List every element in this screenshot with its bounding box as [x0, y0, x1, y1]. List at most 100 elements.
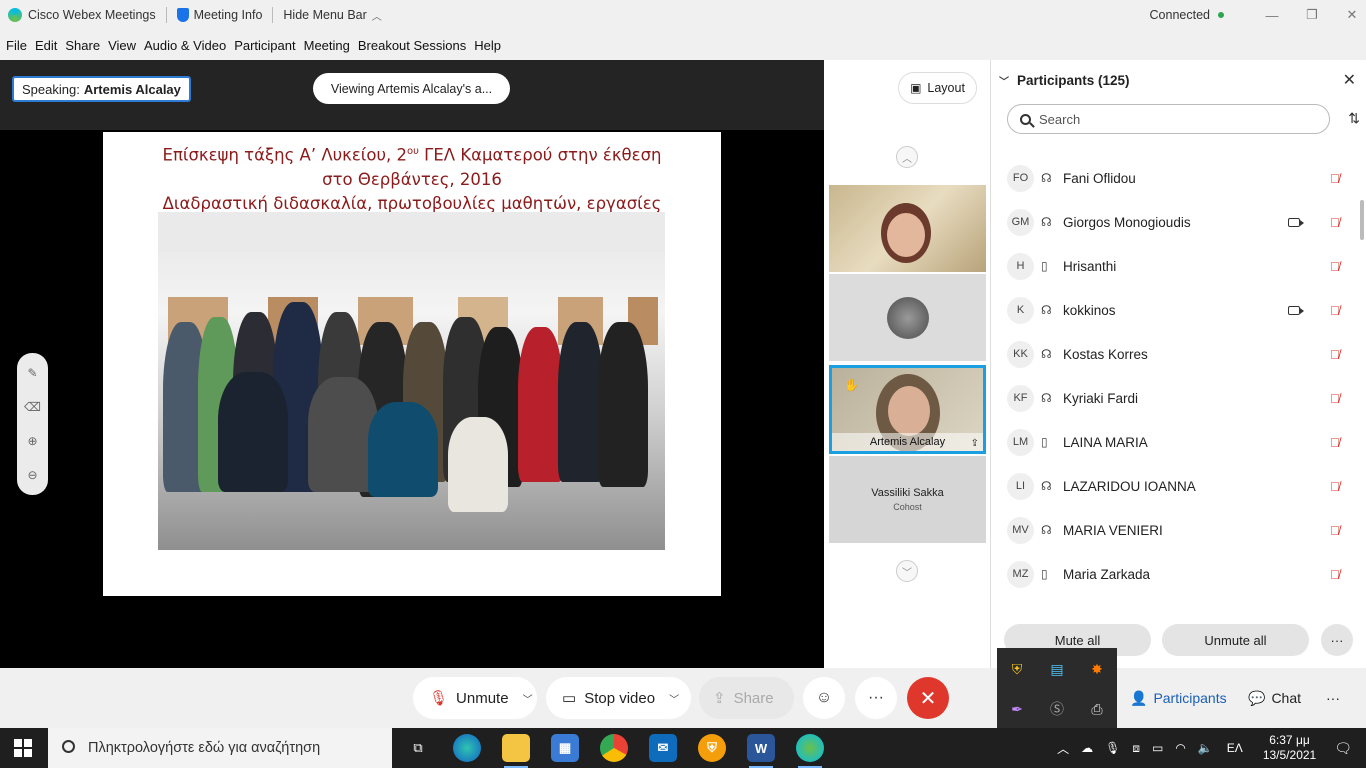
participant-row[interactable]: LM ▯ LAINA MARIA 🎙̸	[991, 420, 1357, 464]
menu-participant[interactable]: Participant	[234, 38, 295, 53]
participant-row[interactable]: MV ☊ MARIA VENIERI 🎙̸	[991, 508, 1357, 552]
task-view-icon[interactable]: ⧉	[404, 734, 432, 762]
unmute-button[interactable]: 🎙 Unmute ﹀	[413, 677, 537, 719]
scroll-down-icon[interactable]: ﹀	[896, 560, 918, 582]
participant-row[interactable]: K ☊ kokkinos 🎙̸	[991, 288, 1357, 332]
chrome-icon[interactable]	[600, 734, 628, 762]
display-settings-icon[interactable]: ▤	[1037, 649, 1077, 689]
close-panel-icon[interactable]: ✕	[1343, 70, 1356, 90]
microphone-muted-icon[interactable]: 🎙̸	[1330, 523, 1340, 538]
scroll-up-icon[interactable]: ︿	[896, 146, 918, 168]
tile-name-label: Artemis Alcalay	[832, 433, 983, 451]
more-options-button[interactable]: ···	[1321, 624, 1353, 656]
search-icon	[1020, 113, 1031, 125]
onedrive-icon[interactable]: ☁	[1081, 741, 1093, 755]
microphone-muted-icon[interactable]: 🎙̸	[1330, 347, 1340, 362]
zoom-out-icon[interactable]: ⊖	[27, 465, 37, 485]
microphone-muted-icon[interactable]: 🎙̸	[1330, 391, 1340, 406]
video-tile[interactable]: Vassiliki Sakka Cohost	[829, 456, 986, 543]
participant-row[interactable]: GM ☊ Giorgos Monogioudis 🎙̸	[991, 200, 1357, 244]
skype-icon[interactable]: Ⓢ	[1037, 689, 1077, 729]
zoom-in-icon[interactable]: ⊕	[27, 431, 37, 451]
participant-row[interactable]: FO ☊ Fani Oflidou 🎙̸	[991, 156, 1357, 200]
webex-taskbar-icon[interactable]	[796, 734, 824, 768]
chevron-down-icon[interactable]: ﹀	[669, 691, 679, 706]
chat-tab-button[interactable]: 💬 Chat	[1248, 677, 1301, 719]
scrollbar[interactable]	[1360, 200, 1364, 240]
clock[interactable]: 6:37 μμ 13/5/2021	[1263, 733, 1316, 763]
viewing-share-button[interactable]: Viewing Artemis Alcalay's a...	[313, 73, 510, 104]
minimize-icon[interactable]: —	[1258, 8, 1286, 23]
microphone-icon[interactable]: 🎙	[1105, 741, 1120, 755]
menu-view[interactable]: View	[108, 38, 136, 53]
microphone-muted-icon[interactable]: 🎙̸	[1330, 435, 1340, 450]
participant-row[interactable]: KF ☊ Kyriaki Fardi 🎙̸	[991, 376, 1357, 420]
mail-icon[interactable]: ✉	[649, 734, 677, 762]
annotation-toolbar: ✎ ⌫ ⊕ ⊖	[17, 353, 48, 495]
unmute-all-button[interactable]: Unmute all	[1162, 624, 1309, 656]
microphone-muted-icon[interactable]: 🎙̸	[1330, 479, 1340, 494]
collapse-chevron-icon[interactable]: ﹀	[999, 73, 1009, 88]
volume-icon[interactable]: 🔈	[1198, 741, 1213, 755]
video-tile[interactable]	[829, 274, 986, 361]
participants-tab-button[interactable]: 👤 Participants	[1130, 677, 1227, 719]
wifi-icon[interactable]: ◠	[1175, 741, 1185, 755]
chevron-down-icon[interactable]: ﹀	[523, 691, 533, 706]
participants-header[interactable]: ﹀ Participants (125)	[991, 60, 1366, 100]
menu-audio-video[interactable]: Audio & Video	[144, 38, 226, 53]
taskbar-search-input[interactable]: Πληκτρολογήστε εδώ για αναζήτηση	[48, 728, 392, 768]
menu-breakout-sessions[interactable]: Breakout Sessions	[358, 38, 466, 53]
edge-browser-icon[interactable]	[453, 734, 481, 762]
pen-icon[interactable]: ✒	[997, 689, 1037, 729]
microphone-muted-icon[interactable]: 🎙̸	[1330, 567, 1340, 582]
shield-app-icon[interactable]: ⛨	[698, 734, 726, 762]
video-tile[interactable]	[829, 185, 986, 272]
phone-icon: ▯	[1041, 567, 1048, 581]
security-shield-icon[interactable]: ⛨	[997, 649, 1037, 689]
action-center-icon[interactable]: 🗨	[1334, 740, 1352, 757]
active-speaker-tile[interactable]: ✋ Artemis Alcalay ⇪	[829, 365, 986, 454]
battery-icon[interactable]: ▭	[1152, 741, 1163, 755]
title-bar: Cisco Webex Meetings Meeting Info Hide M…	[0, 0, 1366, 30]
participant-row[interactable]: KK ☊ Kostas Korres 🎙̸	[991, 332, 1357, 376]
start-button[interactable]	[14, 739, 32, 757]
word-icon[interactable]: W	[747, 734, 775, 768]
annotate-icon[interactable]: ✎	[27, 363, 37, 383]
close-window-icon[interactable]: ✕	[1338, 7, 1366, 23]
menu-file[interactable]: File	[6, 38, 27, 53]
reactions-icon[interactable]: ☺	[803, 677, 845, 719]
eraser-icon[interactable]: ⌫	[24, 397, 41, 417]
participant-row[interactable]: MZ ▯ Maria Zarkada 🎙̸	[991, 552, 1357, 596]
more-options-icon[interactable]: ···	[855, 677, 897, 719]
hide-menu-bar-button[interactable]: Hide Menu Bar ︿	[283, 8, 381, 23]
notification-app-icon[interactable]: ⧈	[1132, 741, 1140, 756]
layout-button[interactable]: ▣ Layout	[898, 72, 977, 104]
microphone-muted-icon[interactable]: 🎙̸	[1330, 171, 1340, 186]
stop-video-button[interactable]: ▭ Stop video ﹀	[546, 677, 691, 719]
microphone-muted-icon[interactable]: 🎙̸	[1330, 259, 1340, 274]
avast-icon[interactable]: ✸	[1077, 649, 1117, 689]
show-hidden-icons[interactable]: ︿	[1057, 740, 1069, 757]
menu-share[interactable]: Share	[65, 38, 100, 53]
file-explorer-icon[interactable]	[502, 734, 530, 768]
language-indicator[interactable]: ΕΛ	[1227, 741, 1243, 755]
participant-search-input[interactable]: Search	[1007, 104, 1330, 134]
participant-row[interactable]: H ▯ Hrisanthi 🎙̸	[991, 244, 1357, 288]
leave-meeting-icon[interactable]: ✕	[907, 677, 949, 719]
participant-row[interactable]: LI ☊ LAZARIDOU IOANNA 🎙̸	[991, 464, 1357, 508]
sort-icon[interactable]: ⇅	[1348, 110, 1360, 127]
meeting-info-button[interactable]: Meeting Info	[176, 8, 262, 22]
restore-icon[interactable]: ❐	[1298, 7, 1326, 23]
menu-edit[interactable]: Edit	[35, 38, 57, 53]
phone-icon: ▯	[1041, 259, 1048, 273]
unmute-label: Unmute	[456, 689, 509, 707]
microphone-muted-icon[interactable]: 🎙̸	[1330, 303, 1340, 318]
more-panels-icon[interactable]: ···	[1326, 677, 1340, 719]
menu-help[interactable]: Help	[474, 38, 501, 53]
share-button[interactable]: ⇪ Share	[699, 677, 794, 719]
store-icon[interactable]: ▦	[551, 734, 579, 762]
menu-meeting[interactable]: Meeting	[304, 38, 350, 53]
avatar: H	[1007, 252, 1034, 280]
printer-icon[interactable]: ⎙	[1077, 689, 1117, 729]
microphone-muted-icon[interactable]: 🎙̸	[1330, 215, 1340, 230]
